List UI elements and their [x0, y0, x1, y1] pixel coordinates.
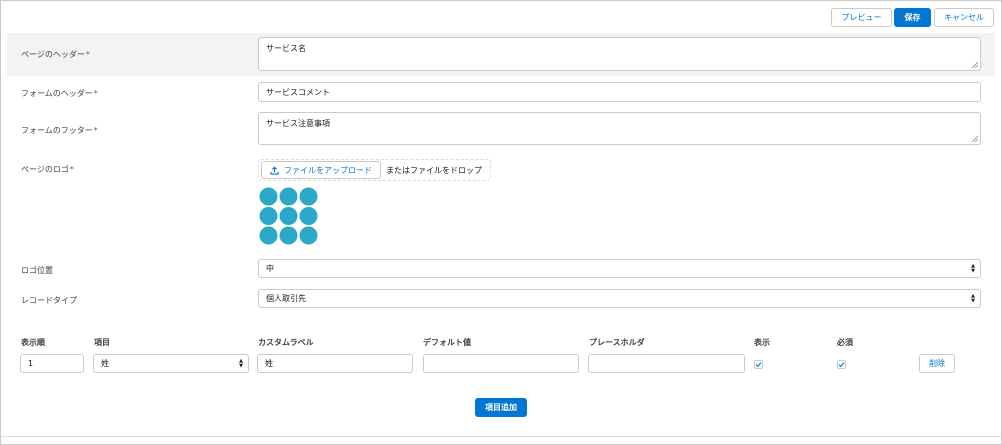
page-header-value: サービス名	[266, 44, 306, 53]
col-header-custom-label: カスタムラベル	[258, 338, 314, 347]
form-footer-textarea[interactable]: サービス注意事項	[258, 112, 981, 145]
cancel-button[interactable]: キャンセル	[934, 8, 994, 27]
save-button[interactable]: 保存	[894, 8, 931, 27]
preview-button[interactable]: プレビュー	[831, 8, 892, 27]
record-type-value: 個人取引先	[266, 294, 306, 303]
select-arrows-icon: ▲ ▼	[239, 357, 243, 369]
order-value: 1	[28, 359, 34, 368]
upload-icon	[270, 165, 279, 175]
check-icon	[838, 362, 845, 368]
col-header-required: 必須	[837, 338, 853, 347]
select-arrows-icon: ▲ ▼	[971, 292, 975, 304]
resize-handle-icon[interactable]	[971, 135, 978, 142]
placeholder-input[interactable]	[588, 354, 745, 373]
default-value-input[interactable]	[423, 354, 579, 373]
col-header-visible: 表示	[754, 338, 770, 347]
required-checkbox[interactable]	[837, 360, 846, 369]
col-header-default-value: デフォルト値	[423, 338, 471, 347]
upload-file-button[interactable]: ファイルをアップロード	[261, 161, 381, 179]
visible-checkbox[interactable]	[754, 360, 763, 369]
field-value: 姓	[101, 359, 109, 368]
logo-position-value: 中	[266, 264, 274, 273]
check-icon	[755, 362, 762, 368]
order-input[interactable]: 1	[20, 354, 84, 373]
form-header-value: サービスコメント	[266, 87, 330, 97]
page-header-textarea[interactable]: サービス名	[258, 37, 981, 71]
col-header-field: 項目	[94, 338, 110, 347]
custom-label-input[interactable]: 姓	[257, 354, 413, 373]
col-header-placeholder: プレースホルダ	[589, 338, 645, 347]
upload-button-label: ファイルをアップロード	[284, 165, 372, 175]
drop-hint-text: またはファイルをドロップ	[386, 166, 482, 175]
resize-handle-icon[interactable]	[971, 61, 978, 68]
form-header-label: フォームのヘッダー*	[21, 89, 98, 98]
form-footer-value: サービス注意事項	[266, 119, 330, 128]
col-header-order: 表示順	[21, 338, 45, 347]
page-header-label: ページのヘッダー*	[21, 50, 90, 59]
custom-label-value: 姓	[265, 359, 273, 368]
form-header-input[interactable]: サービスコメント	[258, 82, 981, 102]
add-field-button[interactable]: 項目追加	[475, 398, 527, 417]
select-arrows-icon: ▲ ▼	[971, 262, 975, 274]
delete-row-button[interactable]: 削除	[919, 354, 955, 373]
page-logo-label: ページのロゴ*	[21, 165, 74, 174]
logo-preview-image	[259, 187, 318, 245]
field-select[interactable]: 姓 ▲ ▼	[93, 354, 249, 373]
logo-position-select[interactable]: 中 ▲ ▼	[258, 259, 981, 278]
bottom-divider	[1, 436, 1001, 437]
record-type-select[interactable]: 個人取引先 ▲ ▼	[258, 289, 981, 308]
form-footer-label: フォームのフッター*	[21, 126, 98, 135]
record-type-label: レコードタイプ	[21, 296, 77, 305]
logo-position-label: ロゴ位置	[21, 266, 53, 275]
